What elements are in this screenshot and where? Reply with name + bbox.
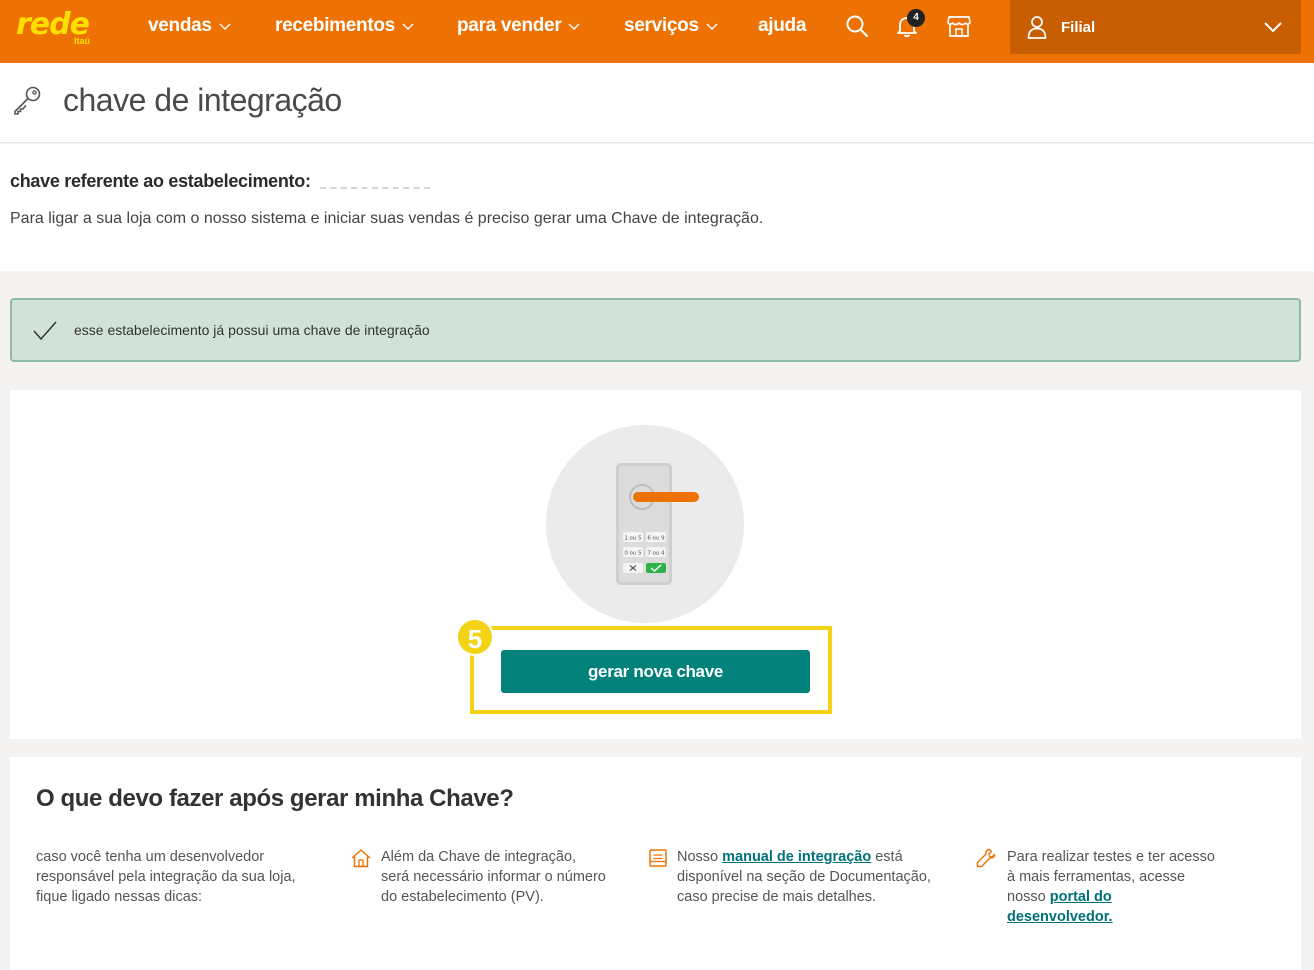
establishment-ref-label: chave referente ao estabelecimento: (10, 171, 311, 191)
wrench-icon (976, 848, 996, 868)
key-icon (14, 86, 41, 115)
page-header: chave de integração (0, 63, 1314, 143)
home-icon (351, 849, 371, 868)
step-number-badge: 5 (456, 618, 494, 656)
door-lock-illustration: 1 ou 5 6 ou 9 0 ou 5 7 ou 4 (546, 425, 744, 623)
top-navbar: rede Itaú vendas recebimentos para vende… (0, 0, 1314, 63)
keypad-key-1: 1 ou 5 (624, 536, 642, 542)
nav-ajuda[interactable]: ajuda (758, 14, 806, 38)
chevron-down-icon (219, 23, 231, 30)
nav-servicos[interactable]: serviços (624, 14, 719, 38)
help-intro: caso você tenha um desenvolvedor respons… (36, 847, 306, 907)
integration-description: Para ligar a sua loja com o nosso sistem… (10, 210, 764, 227)
keypad-key-4: 7 ou 4 (647, 551, 665, 557)
nav-recebimentos[interactable]: recebimentos (275, 14, 415, 38)
alert-message: esse estabelecimento já possui uma chave… (74, 322, 430, 338)
account-selector[interactable]: Filial (1010, 0, 1301, 54)
generate-key-card: 1 ou 5 6 ou 9 0 ou 5 7 ou 4 5 gerar nova… (10, 390, 1301, 739)
store-icon[interactable] (946, 13, 972, 39)
success-alert: esse estabelecimento já possui uma chave… (10, 298, 1301, 362)
help-tip-manual-prefix: Nosso (677, 849, 723, 865)
chevron-down-icon (568, 23, 580, 30)
user-icon (1027, 16, 1047, 39)
search-icon[interactable] (844, 13, 870, 39)
logo-subtitle: Itaú (74, 36, 91, 46)
integration-manual-link[interactable]: manual de integração (722, 849, 871, 865)
keypad-key-3: 0 ou 5 (624, 551, 642, 557)
document-icon (649, 849, 667, 867)
help-intro-text: caso você tenha um desenvolvedor respons… (36, 849, 296, 905)
help-tip-manual-text: Nosso manual de integração está disponív… (677, 847, 932, 907)
chevron-down-icon (706, 23, 718, 30)
nav-ajuda-label: ajuda (758, 15, 807, 36)
keypad-key-2: 6 ou 9 (647, 536, 665, 542)
generate-new-key-button[interactable]: gerar nova chave (501, 650, 810, 693)
help-section: O que devo fazer após gerar minha Chave?… (10, 757, 1301, 970)
nav-servicos-label: serviços (624, 15, 699, 36)
chevron-down-icon (402, 23, 414, 30)
account-label: Filial (1061, 18, 1096, 36)
nav-vendas-label: vendas (148, 15, 212, 36)
establishment-info: chave referente ao estabelecimento: Para… (0, 144, 1314, 271)
check-icon (33, 321, 57, 341)
nav-para-vender-label: para vender (457, 15, 562, 36)
nav-para-vender[interactable]: para vender (457, 14, 581, 38)
page-title: chave de integração (63, 82, 342, 118)
chevron-down-icon (1264, 22, 1282, 33)
nav-vendas[interactable]: vendas (148, 14, 232, 38)
notification-badge: 4 (907, 9, 925, 27)
help-tip-portal-text: Para realizar testes e ter acesso à mais… (1007, 847, 1217, 927)
redacted-establishment-number (320, 187, 430, 189)
nav-recebimentos-label: recebimentos (275, 15, 395, 36)
help-title: O que devo fazer após gerar minha Chave? (36, 785, 514, 812)
rede-logo[interactable]: rede Itaú (16, 8, 96, 48)
help-tip-pv-text: Além da Chave de integração, será necess… (381, 849, 606, 905)
